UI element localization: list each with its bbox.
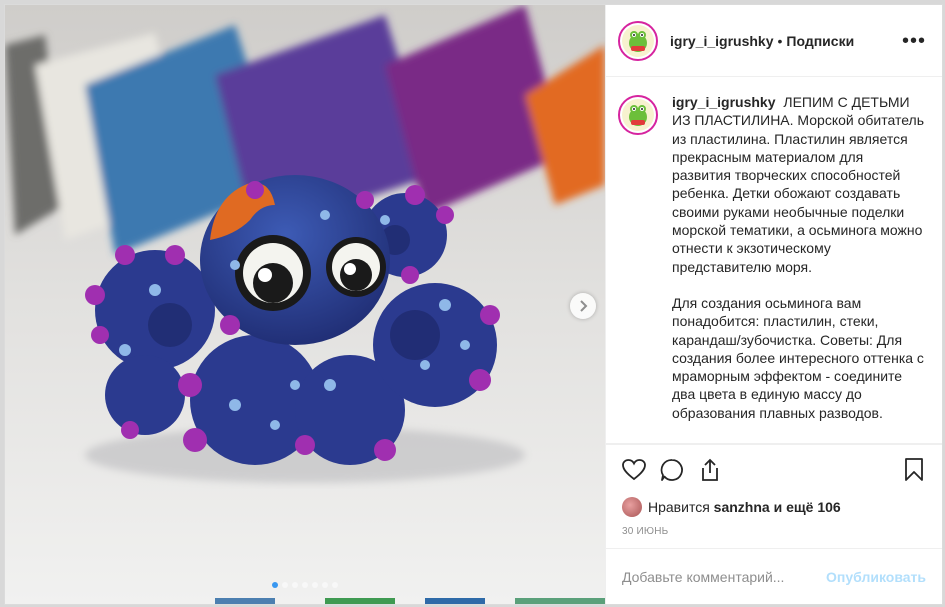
post-date[interactable]: 30 июнь xyxy=(606,520,942,548)
carousel-dot xyxy=(332,582,338,588)
post-dialog: igry_i_igrushky • Подписки ••• igry_i_ig… xyxy=(4,4,943,605)
more-options-icon[interactable]: ••• xyxy=(902,31,926,51)
following-button[interactable]: Подписки xyxy=(786,33,854,49)
liker-avatar[interactable] xyxy=(622,497,642,517)
caption-avatar[interactable] xyxy=(618,95,658,135)
like-button[interactable] xyxy=(620,456,648,484)
caption-area: igry_i_igrushky ЛЕПИМ С ДЕТЬМИ ИЗ ПЛАСТИ… xyxy=(606,77,942,444)
frog-logo-icon xyxy=(629,30,647,52)
likes-count-link[interactable]: и ещё 106 xyxy=(774,499,841,515)
caption-username-link[interactable]: igry_i_igrushky xyxy=(672,94,776,110)
likes-summary: Нравится sanzhna и ещё 106 xyxy=(606,494,942,520)
avatar[interactable] xyxy=(618,20,658,61)
post-header: igry_i_igrushky • Подписки ••• xyxy=(606,5,942,77)
caption-text-2: Для создания осьминога вам понадобится: … xyxy=(672,294,924,421)
action-bar xyxy=(606,444,942,494)
carousel-dot xyxy=(322,582,328,588)
publish-button[interactable]: Опубликовать xyxy=(826,569,926,585)
frog-logo-icon xyxy=(629,105,647,126)
comment-button[interactable] xyxy=(658,456,686,484)
separator-dot: • xyxy=(777,32,783,49)
likes-prefix: Нравится xyxy=(648,499,710,515)
username-link[interactable]: igry_i_igrushky xyxy=(670,33,774,49)
comment-form: Опубликовать xyxy=(606,548,942,604)
carousel-dot xyxy=(312,582,318,588)
octopus-photo xyxy=(5,5,605,604)
post-caption: igry_i_igrushky ЛЕПИМ С ДЕТЬМИ ИЗ ПЛАСТИ… xyxy=(672,93,926,443)
carousel-indicator xyxy=(5,582,605,588)
share-button[interactable] xyxy=(696,456,724,484)
carousel-dot xyxy=(292,582,298,588)
carousel-dot xyxy=(302,582,308,588)
chevron-right-icon xyxy=(580,300,588,312)
carousel-dot xyxy=(272,582,278,588)
save-button[interactable] xyxy=(900,456,928,484)
share-icon xyxy=(702,458,718,481)
post-photo[interactable] xyxy=(5,5,605,604)
caption-text: ЛЕПИМ С ДЕТЬМИ ИЗ ПЛАСТИЛИНА. Морской об… xyxy=(672,94,924,275)
next-photo-button[interactable] xyxy=(570,293,596,319)
bookmark-icon xyxy=(905,457,923,481)
comment-input[interactable] xyxy=(622,568,827,585)
carousel-dot xyxy=(282,582,288,588)
comment-icon xyxy=(660,458,683,481)
heart-icon xyxy=(622,458,646,480)
post-side-panel: igry_i_igrushky • Подписки ••• igry_i_ig… xyxy=(605,5,942,604)
liker-username-link[interactable]: sanzhna xyxy=(714,499,770,515)
